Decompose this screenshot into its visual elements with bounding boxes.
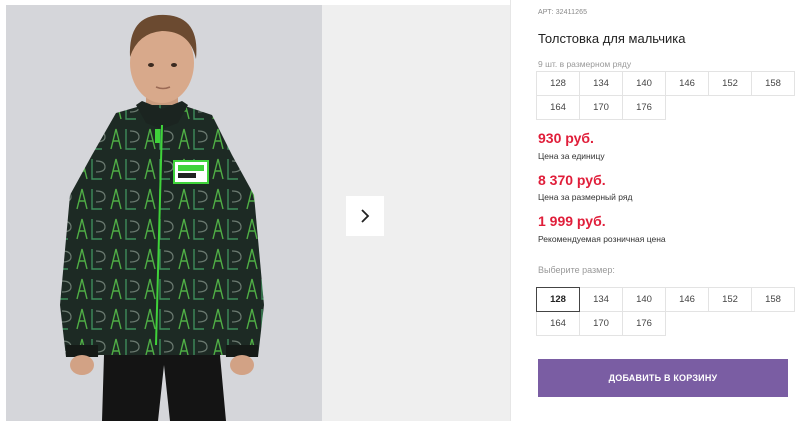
size-option[interactable]: 152 <box>708 287 752 312</box>
pack-size-cell: 164 <box>536 95 580 120</box>
next-image-button[interactable] <box>346 196 384 236</box>
panel-divider <box>510 0 511 421</box>
chevron-right-icon <box>361 209 370 223</box>
size-option-selected[interactable]: 128 <box>536 287 580 312</box>
pack-size-cell: 146 <box>665 71 709 96</box>
size-option[interactable]: 146 <box>665 287 709 312</box>
pack-size-cell: 134 <box>579 71 623 96</box>
unit-price-label: Цена за единицу <box>538 151 605 161</box>
pack-size-cell: 152 <box>708 71 752 96</box>
pack-size-cell: 158 <box>751 71 795 96</box>
article-number: АРТ: 32411265 <box>538 9 588 16</box>
retail-price-label: Рекомендуемая розничная цена <box>538 234 666 244</box>
pack-price-label: Цена за размерный ряд <box>538 192 633 202</box>
size-option[interactable]: 140 <box>622 287 666 312</box>
size-option[interactable]: 176 <box>622 311 666 336</box>
product-title: Толстовка для мальчика <box>538 31 686 46</box>
pack-size-grid: 128 134 140 146 152 158 164 170 176 <box>536 71 795 120</box>
product-gallery <box>0 0 510 421</box>
add-to-cart-button[interactable]: ДОБАВИТЬ В КОРЗИНУ <box>538 359 788 397</box>
size-option[interactable]: 158 <box>751 287 795 312</box>
unit-price: 930 руб. <box>538 130 594 146</box>
retail-price: 1 999 руб. <box>538 213 606 229</box>
size-select-label: Выберите размер: <box>538 265 615 275</box>
size-option[interactable]: 134 <box>579 287 623 312</box>
pack-info: 9 шт. в размерном ряду <box>538 59 632 69</box>
pack-size-cell: 176 <box>622 95 666 120</box>
pack-price: 8 370 руб. <box>538 172 606 188</box>
pack-size-cell: 128 <box>536 71 580 96</box>
boy-in-fleece-jacket-image <box>6 5 322 421</box>
pack-size-cell: 140 <box>622 71 666 96</box>
size-option[interactable]: 170 <box>579 311 623 336</box>
pack-size-cell: 170 <box>579 95 623 120</box>
size-selector-grid: 128 134 140 146 152 158 164 170 176 <box>536 287 795 336</box>
product-photo <box>6 5 322 421</box>
size-option[interactable]: 164 <box>536 311 580 336</box>
